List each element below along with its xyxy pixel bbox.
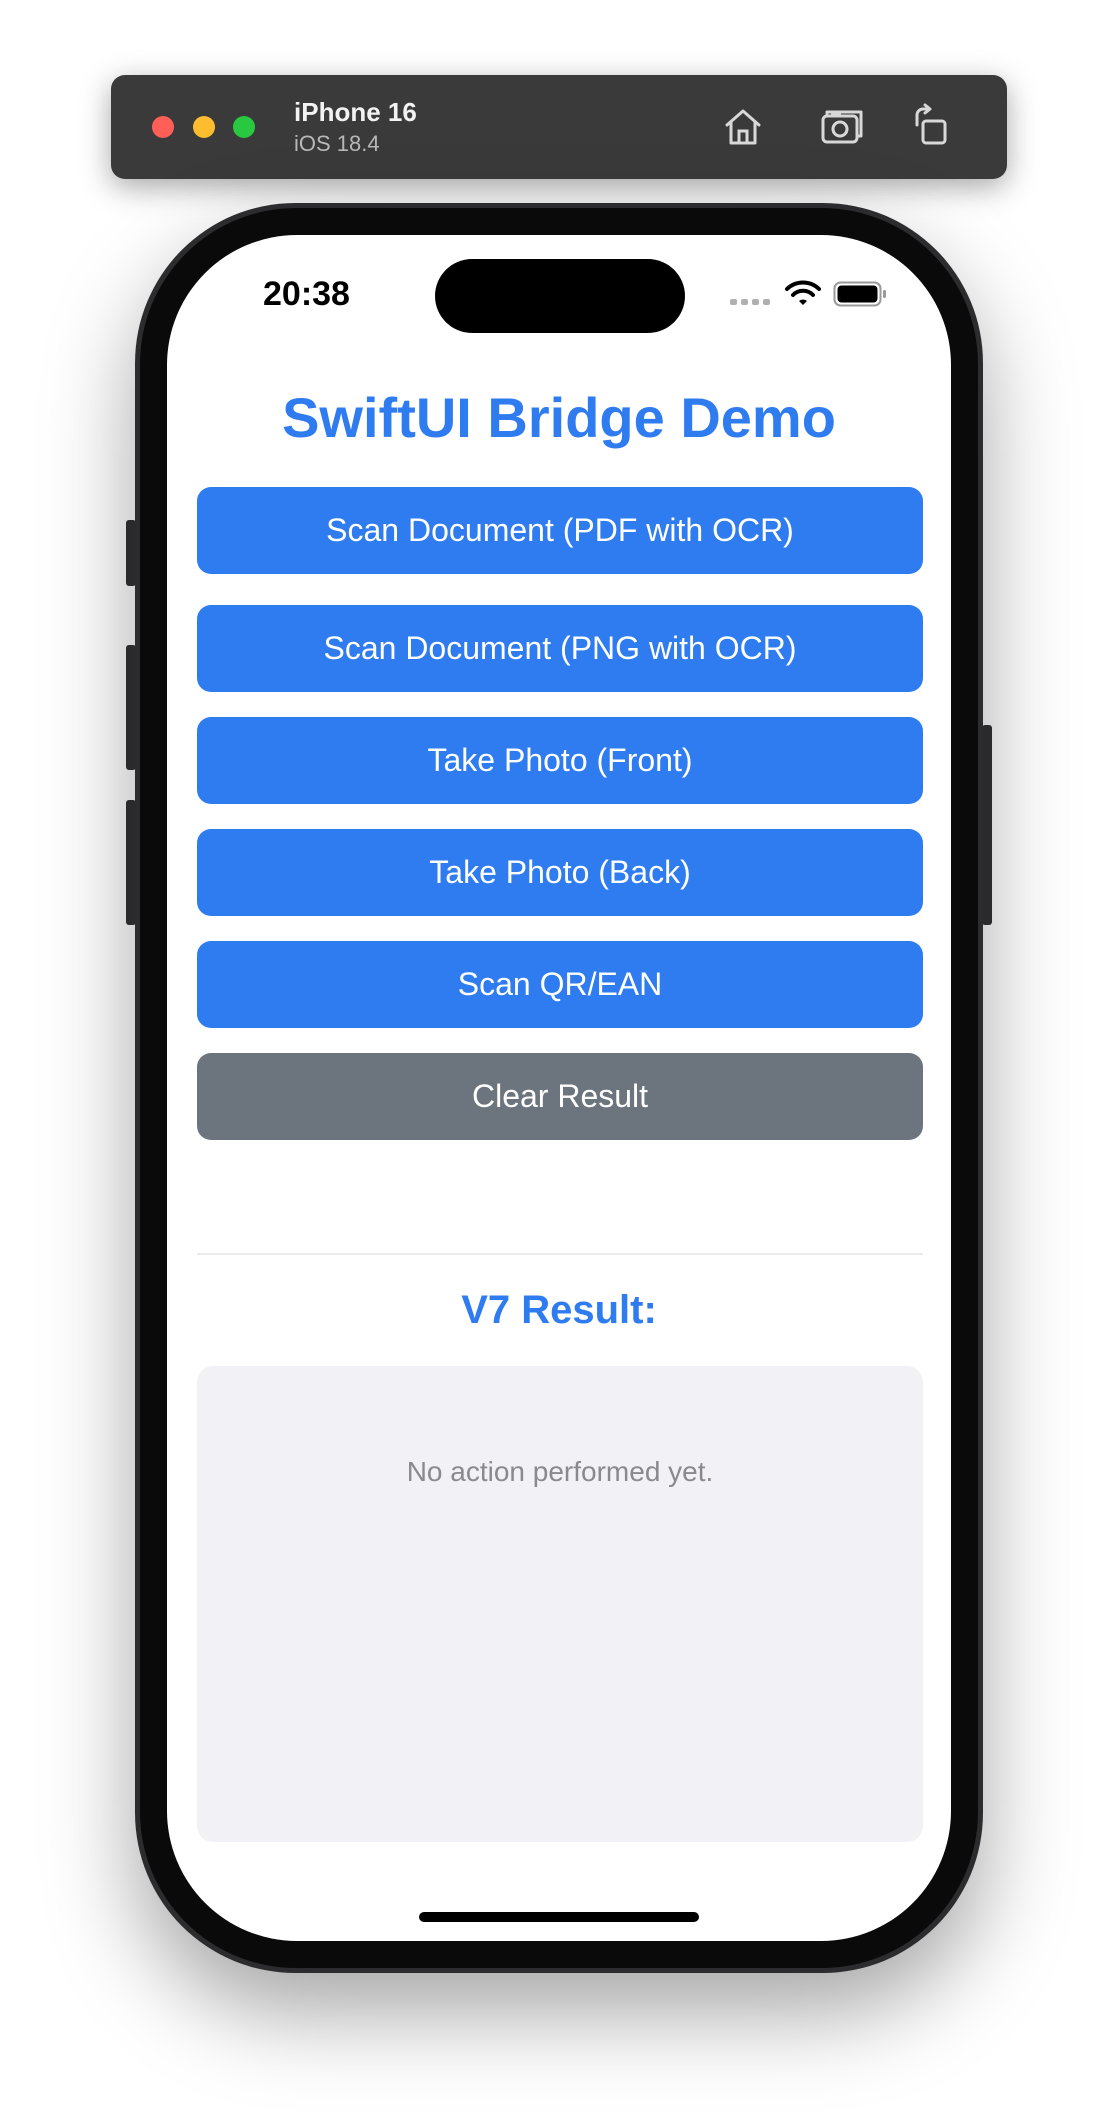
cellular-icon <box>730 299 770 305</box>
wifi-icon <box>785 280 821 305</box>
battery-icon <box>833 281 886 307</box>
take-photo-back-button[interactable]: Take Photo (Back) <box>197 829 923 916</box>
result-text: No action performed yet. <box>406 1456 714 1487</box>
scan-qr-ean-button[interactable]: Scan QR/EAN <box>197 941 923 1028</box>
scan-document-pdf-button[interactable]: Scan Document (PDF with OCR) <box>197 487 923 574</box>
result-heading: V7 Result: <box>461 1288 657 1332</box>
home-indicator[interactable] <box>419 1912 699 1922</box>
device-name: iPhone 16 <box>294 97 417 127</box>
power-button[interactable] <box>982 725 992 925</box>
result-box: No action performed yet. <box>197 1366 923 1842</box>
rotate-icon[interactable] <box>909 103 957 151</box>
status-time: 20:38 <box>263 275 350 313</box>
clear-result-button[interactable]: Clear Result <box>197 1053 923 1140</box>
phone-screen: 20:38 SwiftUI Bridge Demo Scan Document … <box>167 235 951 1941</box>
page-title: SwiftUI Bridge Demo <box>282 386 836 449</box>
simulator-toolbar: iPhone 16 iOS 18.4 <box>111 75 1007 179</box>
divider <box>197 1253 923 1255</box>
minimize-window-button[interactable] <box>193 116 215 138</box>
close-window-button[interactable] <box>152 116 174 138</box>
take-photo-front-button[interactable]: Take Photo (Front) <box>197 717 923 804</box>
device-os-version: iOS 18.4 <box>294 131 380 156</box>
scan-document-png-button[interactable]: Scan Document (PNG with OCR) <box>197 605 923 692</box>
zoom-window-button[interactable] <box>233 116 255 138</box>
screenshot-icon[interactable] <box>817 103 865 151</box>
dynamic-island <box>435 259 685 333</box>
home-icon[interactable] <box>719 103 767 151</box>
